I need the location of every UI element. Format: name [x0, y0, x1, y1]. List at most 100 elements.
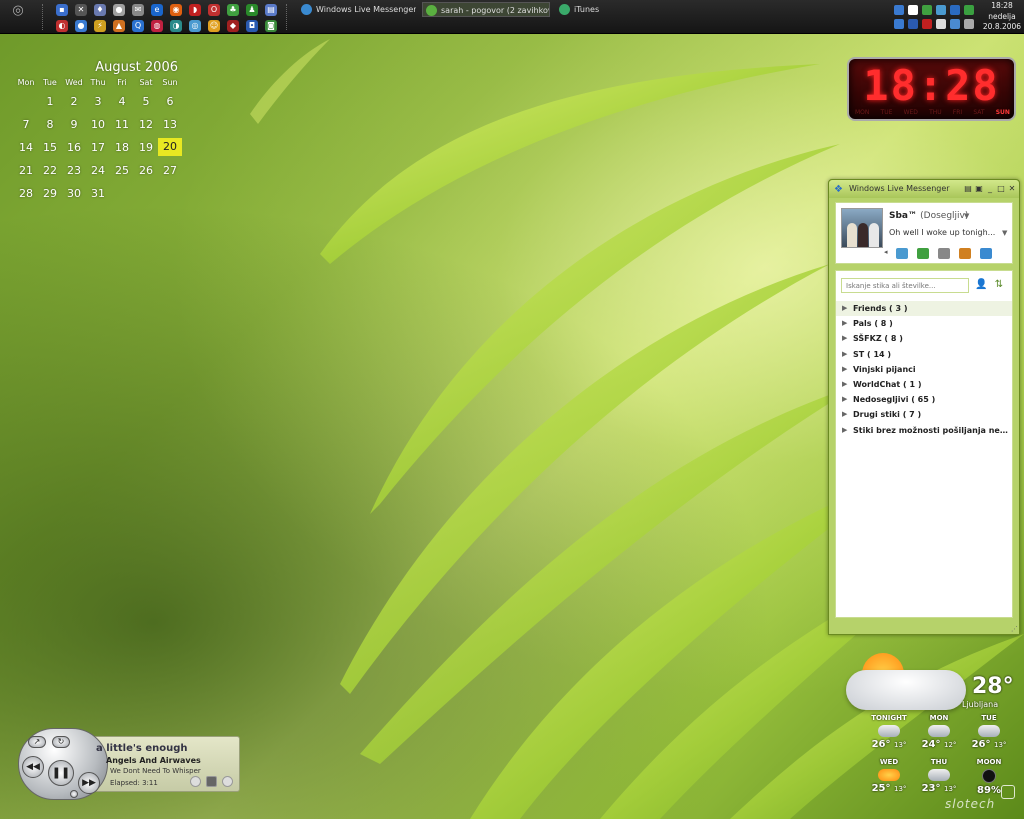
chevron-right-icon[interactable]: ▶: [842, 407, 847, 422]
quick-launch-icon[interactable]: ♣: [227, 4, 239, 16]
bluetooth-icon[interactable]: [950, 5, 960, 15]
start-button[interactable]: ◎: [8, 3, 28, 19]
contact-group[interactable]: ▶ Vinjski pijanci: [836, 362, 1012, 377]
quick-launch-icon[interactable]: ⚡: [94, 20, 106, 32]
calendar-day[interactable]: 8: [38, 113, 62, 136]
calendar-day[interactable]: 31: [86, 182, 110, 205]
volume-icon[interactable]: [964, 19, 974, 29]
close-player-icon[interactable]: [222, 776, 233, 787]
calendar-day[interactable]: 11: [110, 113, 134, 136]
chevron-right-icon[interactable]: ▶: [842, 347, 847, 362]
task-chat[interactable]: sarah - pogovor (2 zavihkov): [422, 2, 550, 17]
mail-icon[interactable]: ✉: [132, 4, 144, 16]
browser-icon[interactable]: e: [151, 4, 163, 16]
quick-launch-icon[interactable]: ●: [113, 4, 125, 16]
calendar-day[interactable]: 24: [86, 159, 110, 182]
quick-launch-icon[interactable]: ✕: [75, 4, 87, 16]
profile-name[interactable]: Sba™ (Dosegljiv): [889, 211, 968, 221]
calendar-day[interactable]: 28: [14, 182, 38, 205]
tray-icon[interactable]: [894, 19, 904, 29]
tray-icon[interactable]: [908, 5, 918, 15]
calendar-day[interactable]: 9: [62, 113, 86, 136]
calendar-day[interactable]: 23: [62, 159, 86, 182]
task-messenger[interactable]: Windows Live Messenger: [298, 2, 416, 17]
calendar-day[interactable]: 22: [38, 159, 62, 182]
calendar-day[interactable]: 19: [134, 136, 158, 159]
contact-group[interactable]: ▶ WorldChat ( 1 ): [836, 377, 1012, 392]
calendar-day[interactable]: 15: [38, 136, 62, 159]
resize-grip-icon[interactable]: ⋰: [1011, 625, 1018, 633]
paint-icon[interactable]: [959, 248, 971, 259]
calendar-day[interactable]: 25: [110, 159, 134, 182]
sort-icon[interactable]: ⇅: [993, 279, 1005, 291]
chevron-right-icon[interactable]: ▶: [842, 377, 847, 392]
chevron-right-icon[interactable]: ▶: [842, 423, 847, 438]
contact-group[interactable]: ▶ Stiki brez možnosti pošiljanja nep...: [836, 423, 1012, 438]
quick-launch-icon[interactable]: ▤: [265, 4, 277, 16]
chevron-right-icon[interactable]: ▶: [842, 316, 847, 331]
status-dropdown-icon[interactable]: ▼: [964, 212, 969, 220]
search-icon[interactable]: Q: [132, 20, 144, 32]
pause-button[interactable]: ❚❚: [48, 760, 74, 786]
repeat-button[interactable]: ↻: [52, 736, 70, 748]
chevron-right-icon[interactable]: ▶: [842, 362, 847, 377]
volume-icon[interactable]: [190, 776, 201, 787]
calendar-day[interactable]: 3: [86, 90, 110, 113]
calendar-day[interactable]: 16: [62, 136, 86, 159]
calendar-day[interactable]: 7: [14, 113, 38, 136]
calendar-day[interactable]: 1: [38, 90, 62, 113]
quick-launch-icon[interactable]: ◎: [189, 20, 201, 32]
chevron-right-icon[interactable]: ▶: [842, 392, 847, 407]
media-icon[interactable]: [938, 248, 950, 259]
quick-launch-icon[interactable]: ◙: [265, 20, 277, 32]
calendar-day[interactable]: 4: [110, 90, 134, 113]
mini-mode-icon[interactable]: [206, 776, 217, 787]
calendar-day[interactable]: 2: [62, 90, 86, 113]
opera-icon[interactable]: O: [208, 4, 220, 16]
quick-launch-icon[interactable]: ▪: [56, 4, 68, 16]
calendar-day[interactable]: 5: [134, 90, 158, 113]
calendar-day[interactable]: 30: [62, 182, 86, 205]
calendar-day[interactable]: 27: [158, 159, 182, 182]
tray-icon[interactable]: [908, 19, 918, 29]
calendar-day[interactable]: 14: [14, 136, 38, 159]
tray-icon[interactable]: [922, 5, 932, 15]
personal-message[interactable]: Oh well I woke up tonigh...: [889, 228, 995, 237]
contact-group[interactable]: ▶ Nedosegljivi ( 65 ): [836, 392, 1012, 407]
maximize-button[interactable]: □: [996, 183, 1006, 194]
avatar[interactable]: [841, 208, 883, 248]
previous-button[interactable]: ◀◀: [22, 756, 44, 778]
mail-icon[interactable]: [896, 248, 908, 259]
contact-search-input[interactable]: [841, 278, 969, 293]
taskbar-clock[interactable]: 18:28 nedelja 20.8.2006: [980, 1, 1024, 33]
close-button[interactable]: ✕: [1007, 183, 1017, 194]
minimize-button[interactable]: _: [985, 183, 995, 194]
quick-launch-icon[interactable]: ♟: [246, 4, 258, 16]
calendar-day[interactable]: 10: [86, 113, 110, 136]
windows-icon[interactable]: [980, 248, 992, 259]
task-itunes[interactable]: iTunes: [556, 2, 646, 17]
calendar-day[interactable]: 20: [158, 138, 182, 156]
tray-icon[interactable]: [922, 19, 932, 29]
gadget-icon[interactable]: [1001, 785, 1015, 799]
tray-icon[interactable]: [964, 5, 974, 15]
calendar-day[interactable]: 13: [158, 113, 182, 136]
quick-launch-icon[interactable]: ●: [75, 20, 87, 32]
contact-group[interactable]: ▶ Drugi stiki ( 7 ): [836, 407, 1012, 422]
next-button[interactable]: ▶▶: [78, 772, 100, 794]
chevron-left-icon[interactable]: ◂: [884, 248, 890, 259]
layout-icon[interactable]: ▣: [974, 183, 984, 194]
contact-group[interactable]: ▶ SŠFKZ ( 8 ): [836, 331, 1012, 346]
quick-launch-icon[interactable]: ☺: [208, 20, 220, 32]
quick-launch-icon[interactable]: ◐: [56, 20, 68, 32]
player-menu-button[interactable]: [70, 790, 78, 798]
quick-launch-icon[interactable]: ◗: [189, 4, 201, 16]
quick-launch-icon[interactable]: ▲: [113, 20, 125, 32]
calendar-day[interactable]: 18: [110, 136, 134, 159]
calendar-day[interactable]: 12: [134, 113, 158, 136]
shuffle-button[interactable]: ↗: [28, 736, 46, 748]
quick-launch-icon[interactable]: ♦: [94, 4, 106, 16]
calendar-day[interactable]: 21: [14, 159, 38, 182]
chevron-right-icon[interactable]: ▶: [842, 301, 847, 316]
contact-group[interactable]: ▶ ST ( 14 ): [836, 347, 1012, 362]
